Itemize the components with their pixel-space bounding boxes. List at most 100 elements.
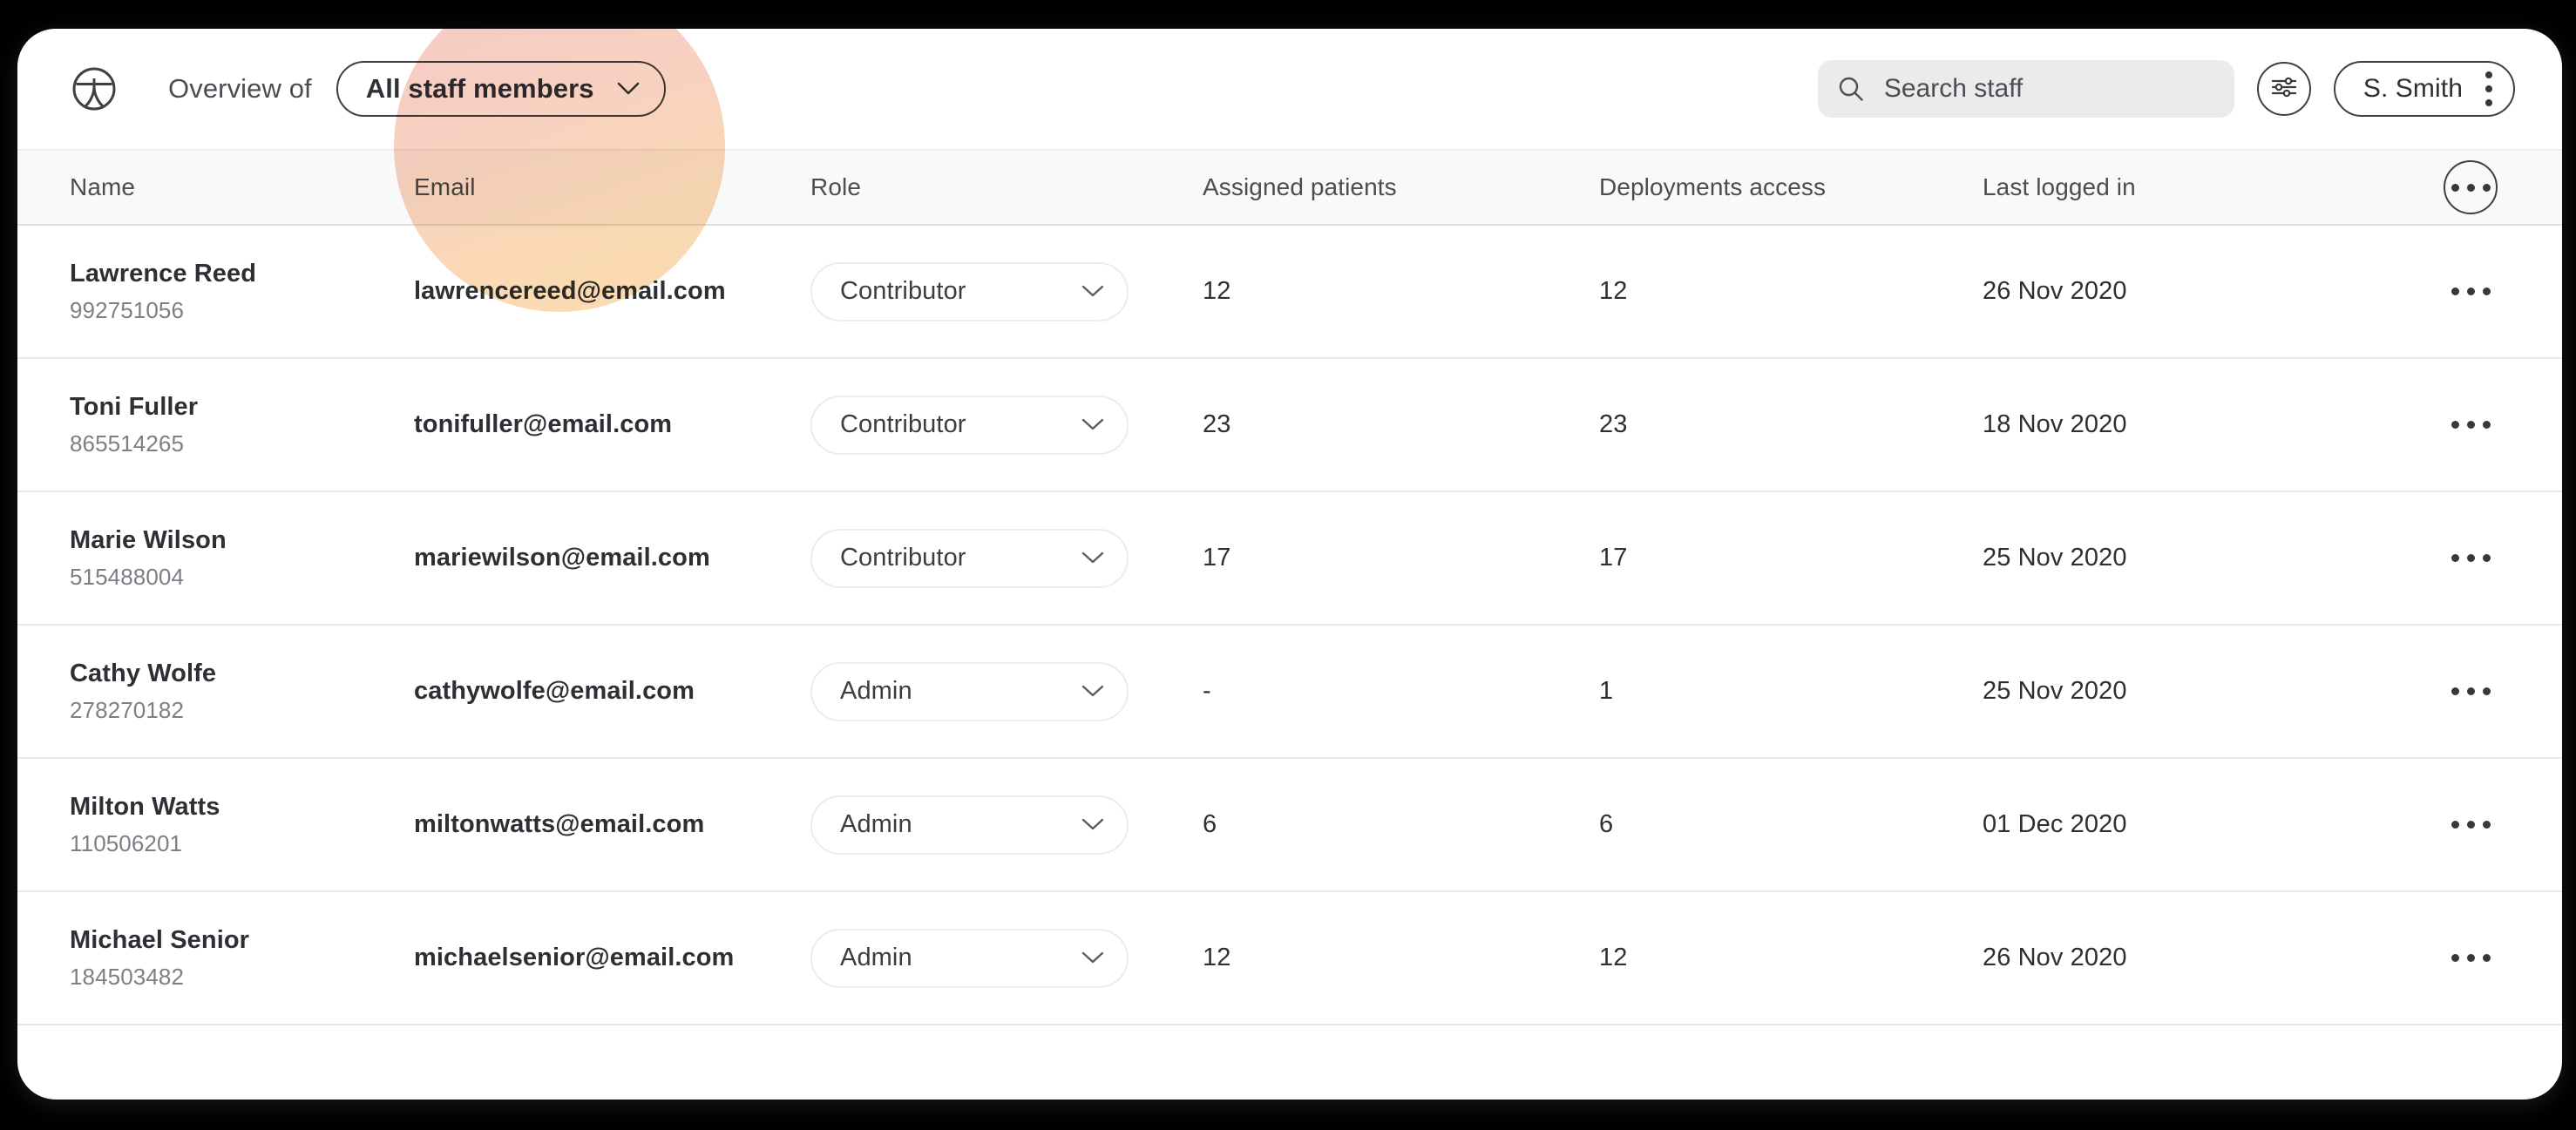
cell-deployments-access: 23 xyxy=(1599,410,1983,439)
staff-id: 992751056 xyxy=(70,296,185,323)
table-header-row: Name Email Role Assigned patients Deploy… xyxy=(17,149,2562,226)
cell-last-logged-in: 26 Nov 2020 xyxy=(1983,277,2379,306)
deployments-access-value: 12 xyxy=(1599,277,1628,305)
column-header-deployments-access[interactable]: Deployments access xyxy=(1599,173,1983,201)
cell-actions xyxy=(2379,806,2562,844)
chevron-down-icon xyxy=(1081,951,1104,964)
table-row[interactable]: Michael Senior 184503482 michaelsenior@e… xyxy=(17,892,2562,1025)
row-options-button[interactable] xyxy=(2444,673,2498,711)
cell-role: Admin xyxy=(810,795,1203,855)
cell-actions xyxy=(2379,406,2562,444)
cell-assigned-patients: - xyxy=(1203,677,1599,706)
chevron-down-icon xyxy=(1081,418,1104,431)
search-placeholder: Search staff xyxy=(1883,74,2024,103)
assigned-patients-value: 23 xyxy=(1203,410,1231,438)
cell-name: Marie Wilson 515488004 xyxy=(17,526,414,591)
chevron-down-icon xyxy=(617,82,640,96)
cell-actions xyxy=(2379,539,2562,578)
horizontal-dots-icon xyxy=(2451,821,2491,829)
table-row[interactable]: Cathy Wolfe 278270182 cathywolfe@email.c… xyxy=(17,626,2562,759)
row-options-button[interactable] xyxy=(2444,539,2498,578)
role-dropdown[interactable]: Admin xyxy=(810,928,1129,988)
filter-settings-button[interactable] xyxy=(2256,62,2311,116)
role-dropdown[interactable]: Contributor xyxy=(810,528,1129,588)
scope-dropdown[interactable]: All staff members xyxy=(336,61,666,117)
staff-id: 515488004 xyxy=(70,563,185,590)
chevron-down-icon xyxy=(1081,285,1104,298)
last-logged-in-value: 26 Nov 2020 xyxy=(1983,944,2127,971)
staff-overview-card: Overview of All staff members Search sta… xyxy=(17,29,2562,1100)
row-options-button[interactable] xyxy=(2444,273,2498,311)
column-header-email[interactable]: Email xyxy=(414,173,810,201)
role-dropdown[interactable]: Contributor xyxy=(810,261,1129,321)
staff-email: mariewilson@email.com xyxy=(414,544,710,572)
column-header-last-logged-in[interactable]: Last logged in xyxy=(1983,173,2379,201)
last-logged-in-value: 01 Dec 2020 xyxy=(1983,810,2127,838)
horizontal-dots-icon xyxy=(2451,183,2491,192)
column-header-assigned-patients[interactable]: Assigned patients xyxy=(1203,173,1599,201)
cell-email: miltonwatts@email.com xyxy=(414,810,810,839)
cell-assigned-patients: 6 xyxy=(1203,810,1599,839)
cell-deployments-access: 12 xyxy=(1599,277,1983,306)
horizontal-dots-icon xyxy=(2451,687,2491,695)
role-dropdown[interactable]: Contributor xyxy=(810,395,1129,455)
people-circle-logo-icon xyxy=(70,64,119,113)
cell-email: lawrencereed@email.com xyxy=(414,277,810,306)
role-value: Contributor xyxy=(840,277,966,305)
column-header-role[interactable]: Role xyxy=(810,173,1203,201)
staff-id: 865514265 xyxy=(70,430,185,457)
table-row[interactable]: Marie Wilson 515488004 mariewilson@email… xyxy=(17,492,2562,626)
row-options-button[interactable] xyxy=(2444,939,2498,978)
staff-name: Milton Watts xyxy=(70,792,220,821)
role-dropdown[interactable]: Admin xyxy=(810,661,1129,721)
row-options-button[interactable] xyxy=(2444,406,2498,444)
cell-deployments-access: 17 xyxy=(1599,544,1983,572)
cell-actions xyxy=(2379,673,2562,711)
cell-deployments-access: 12 xyxy=(1599,944,1983,972)
cell-deployments-access: 1 xyxy=(1599,677,1983,706)
column-header-actions xyxy=(2379,160,2562,214)
cell-role: Contributor xyxy=(810,528,1203,588)
screen-root: Overview of All staff members Search sta… xyxy=(0,0,2576,1130)
deployments-access-value: 1 xyxy=(1599,677,1614,705)
table-options-button[interactable] xyxy=(2444,160,2498,214)
role-value: Admin xyxy=(840,944,912,971)
staff-name: Lawrence Reed xyxy=(70,259,257,288)
cell-last-logged-in: 18 Nov 2020 xyxy=(1983,410,2379,439)
table-row[interactable]: Milton Watts 110506201 miltonwatts@email… xyxy=(17,759,2562,892)
cell-name: Cathy Wolfe 278270182 xyxy=(17,660,414,724)
cell-assigned-patients: 23 xyxy=(1203,410,1599,439)
staff-email: cathywolfe@email.com xyxy=(414,677,695,705)
role-value: Contributor xyxy=(840,410,966,438)
staff-id: 184503482 xyxy=(70,963,185,990)
cell-email: michaelsenior@email.com xyxy=(414,944,810,972)
column-header-name[interactable]: Name xyxy=(17,173,414,201)
staff-id: 110506201 xyxy=(70,829,183,856)
overview-label: Overview of xyxy=(168,73,312,104)
assigned-patients-value: 17 xyxy=(1203,544,1231,572)
table-row[interactable]: Lawrence Reed 992751056 lawrencereed@ema… xyxy=(17,226,2562,359)
vertical-dots-icon xyxy=(2485,71,2492,106)
cell-last-logged-in: 25 Nov 2020 xyxy=(1983,677,2379,706)
staff-email: tonifuller@email.com xyxy=(414,410,673,438)
horizontal-dots-icon xyxy=(2451,288,2491,295)
cell-assigned-patients: 12 xyxy=(1203,277,1599,306)
cell-role: Admin xyxy=(810,661,1203,721)
horizontal-dots-icon xyxy=(2451,954,2491,962)
cell-actions xyxy=(2379,939,2562,978)
cell-email: tonifuller@email.com xyxy=(414,410,810,439)
staff-email: michaelsenior@email.com xyxy=(414,944,735,971)
search-input[interactable]: Search staff xyxy=(1817,60,2234,118)
cell-last-logged-in: 25 Nov 2020 xyxy=(1983,544,2379,572)
cell-name: Milton Watts 110506201 xyxy=(17,793,414,857)
cell-role: Contributor xyxy=(810,261,1203,321)
table-row[interactable]: Toni Fuller 865514265 tonifuller@email.c… xyxy=(17,359,2562,492)
row-options-button[interactable] xyxy=(2444,806,2498,844)
deployments-access-value: 23 xyxy=(1599,410,1628,438)
user-menu-button[interactable]: S. Smith xyxy=(2333,61,2515,117)
staff-name: Marie Wilson xyxy=(70,525,227,554)
role-dropdown[interactable]: Admin xyxy=(810,795,1129,855)
last-logged-in-value: 25 Nov 2020 xyxy=(1983,544,2127,572)
last-logged-in-value: 25 Nov 2020 xyxy=(1983,677,2127,705)
staff-email: lawrencereed@email.com xyxy=(414,277,726,305)
